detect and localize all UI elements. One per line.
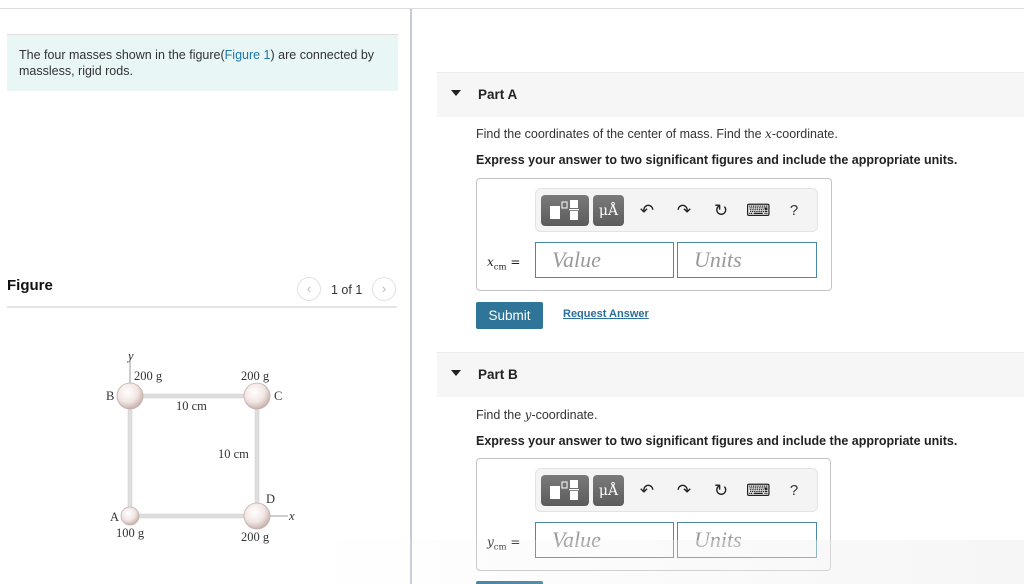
y-cm-sub: cm [493, 542, 507, 553]
templates-button[interactable] [541, 475, 589, 506]
keyboard-icon[interactable]: ⌨ [746, 480, 771, 502]
part-a-prompt: Find the coordinates of the center of ma… [476, 127, 838, 141]
part-b-prompt: Find the y-coordinate. [476, 408, 597, 422]
redo-icon[interactable]: ↷ [673, 200, 695, 222]
collapse-caret-icon[interactable] [451, 370, 461, 376]
mass-a-value: 100 g [116, 526, 145, 540]
templates-icon [550, 480, 579, 500]
dimension-horizontal: 10 cm [176, 399, 207, 413]
mass-b [116, 382, 144, 410]
part-a-prompt-text: Find the coordinates of the center of ma… [476, 127, 766, 141]
mass-diagram: y x 200 g B 200 g C 10 cm 10 cm D A 100 … [106, 349, 295, 544]
reset-icon[interactable]: ↻ [710, 200, 732, 222]
rod-bottom [129, 513, 258, 519]
rod-top [129, 393, 258, 399]
part-a-prompt-var: x [765, 127, 772, 141]
help-icon[interactable]: ? [783, 200, 805, 222]
part-b-title: Part B [478, 367, 518, 382]
part-a-request-answer-link[interactable]: Request Answer [563, 308, 649, 320]
reset-icon[interactable]: ↻ [710, 480, 732, 502]
problem-intro: The four masses shown in the figure(Figu… [7, 34, 398, 91]
part-a-title: Part A [478, 87, 518, 102]
figure-pager-text: 1 of 1 [331, 283, 363, 297]
mass-c [243, 382, 271, 410]
units-icon: μÅ [598, 483, 619, 499]
x-axis-label: x [288, 509, 295, 523]
next-figure-button[interactable]: › [372, 277, 396, 301]
chevron-right-icon: › [381, 281, 387, 296]
templates-icon [550, 200, 579, 220]
mass-c-value: 200 g [241, 369, 270, 383]
part-b-answer-box: μÅ ↶ ↷ ↻ ⌨ ? ycm = Value Units [476, 458, 831, 571]
mass-d-label: D [266, 492, 275, 506]
part-b-math-toolbar: μÅ ↶ ↷ ↻ ⌨ ? [535, 468, 818, 512]
x-cm-sub: cm [493, 262, 507, 273]
templates-button[interactable] [541, 195, 589, 226]
mass-d [243, 502, 271, 530]
undo-icon[interactable]: ↶ [636, 480, 658, 502]
keyboard-icon[interactable]: ⌨ [746, 200, 771, 222]
part-a-answer-box: μÅ ↶ ↷ ↻ ⌨ ? xcm = Value Units [476, 178, 832, 291]
top-rule [0, 8, 1024, 9]
figure-link[interactable]: Figure 1 [225, 48, 271, 62]
intro-text: The four masses shown in the figure( [19, 48, 225, 62]
mass-b-value: 200 g [134, 369, 163, 383]
mass-d-value: 200 g [241, 530, 270, 544]
redo-icon[interactable]: ↷ [673, 480, 695, 502]
mass-a [120, 506, 140, 526]
mass-b-label: B [106, 389, 114, 403]
part-a-math-toolbar: μÅ ↶ ↷ ↻ ⌨ ? [535, 188, 818, 232]
help-icon[interactable]: ? [783, 480, 805, 502]
part-b-value-input[interactable]: Value [535, 522, 674, 558]
units-icon: μÅ [598, 203, 619, 219]
chevron-left-icon: ‹ [306, 281, 312, 296]
units-button[interactable]: μÅ [593, 475, 624, 506]
x-cm-var: x [487, 255, 494, 269]
figure-header: Figure ‹ 1 of 1 › [7, 276, 397, 308]
collapse-caret-icon[interactable] [451, 90, 461, 96]
part-a-units-input[interactable]: Units [677, 242, 817, 278]
mass-a-label: A [110, 510, 119, 524]
part-b-header[interactable]: Part B [437, 352, 1024, 397]
rod-left [127, 395, 133, 517]
part-b-instruction: Express your answer to two significant f… [476, 434, 958, 448]
undo-icon[interactable]: ↶ [636, 200, 658, 222]
pane-divider[interactable] [410, 9, 412, 584]
y-cm-equals: = [506, 535, 521, 549]
y-cm-label: ycm = [487, 535, 520, 552]
part-a-submit-button[interactable]: Submit [476, 302, 543, 329]
x-cm-equals: = [506, 255, 521, 269]
x-cm-label: xcm = [487, 255, 520, 272]
figure-title: Figure [7, 277, 53, 294]
previous-figure-button[interactable]: ‹ [297, 277, 321, 301]
part-a-prompt-text-end: -coordinate. [771, 127, 838, 141]
y-axis-label: y [126, 349, 134, 363]
part-a-instruction: Express your answer to two significant f… [476, 153, 958, 167]
part-a-header[interactable]: Part A [437, 72, 1024, 117]
part-a-value-input[interactable]: Value [535, 242, 674, 278]
mass-c-label: C [274, 389, 282, 403]
part-b-prompt-text: Find the [476, 408, 525, 422]
y-cm-var: y [487, 535, 494, 549]
units-button[interactable]: μÅ [593, 195, 624, 226]
rod-right [254, 395, 260, 517]
part-b-prompt-text-end: -coordinate. [531, 408, 598, 422]
dimension-vertical: 10 cm [218, 447, 249, 461]
part-b-units-input[interactable]: Units [677, 522, 817, 558]
